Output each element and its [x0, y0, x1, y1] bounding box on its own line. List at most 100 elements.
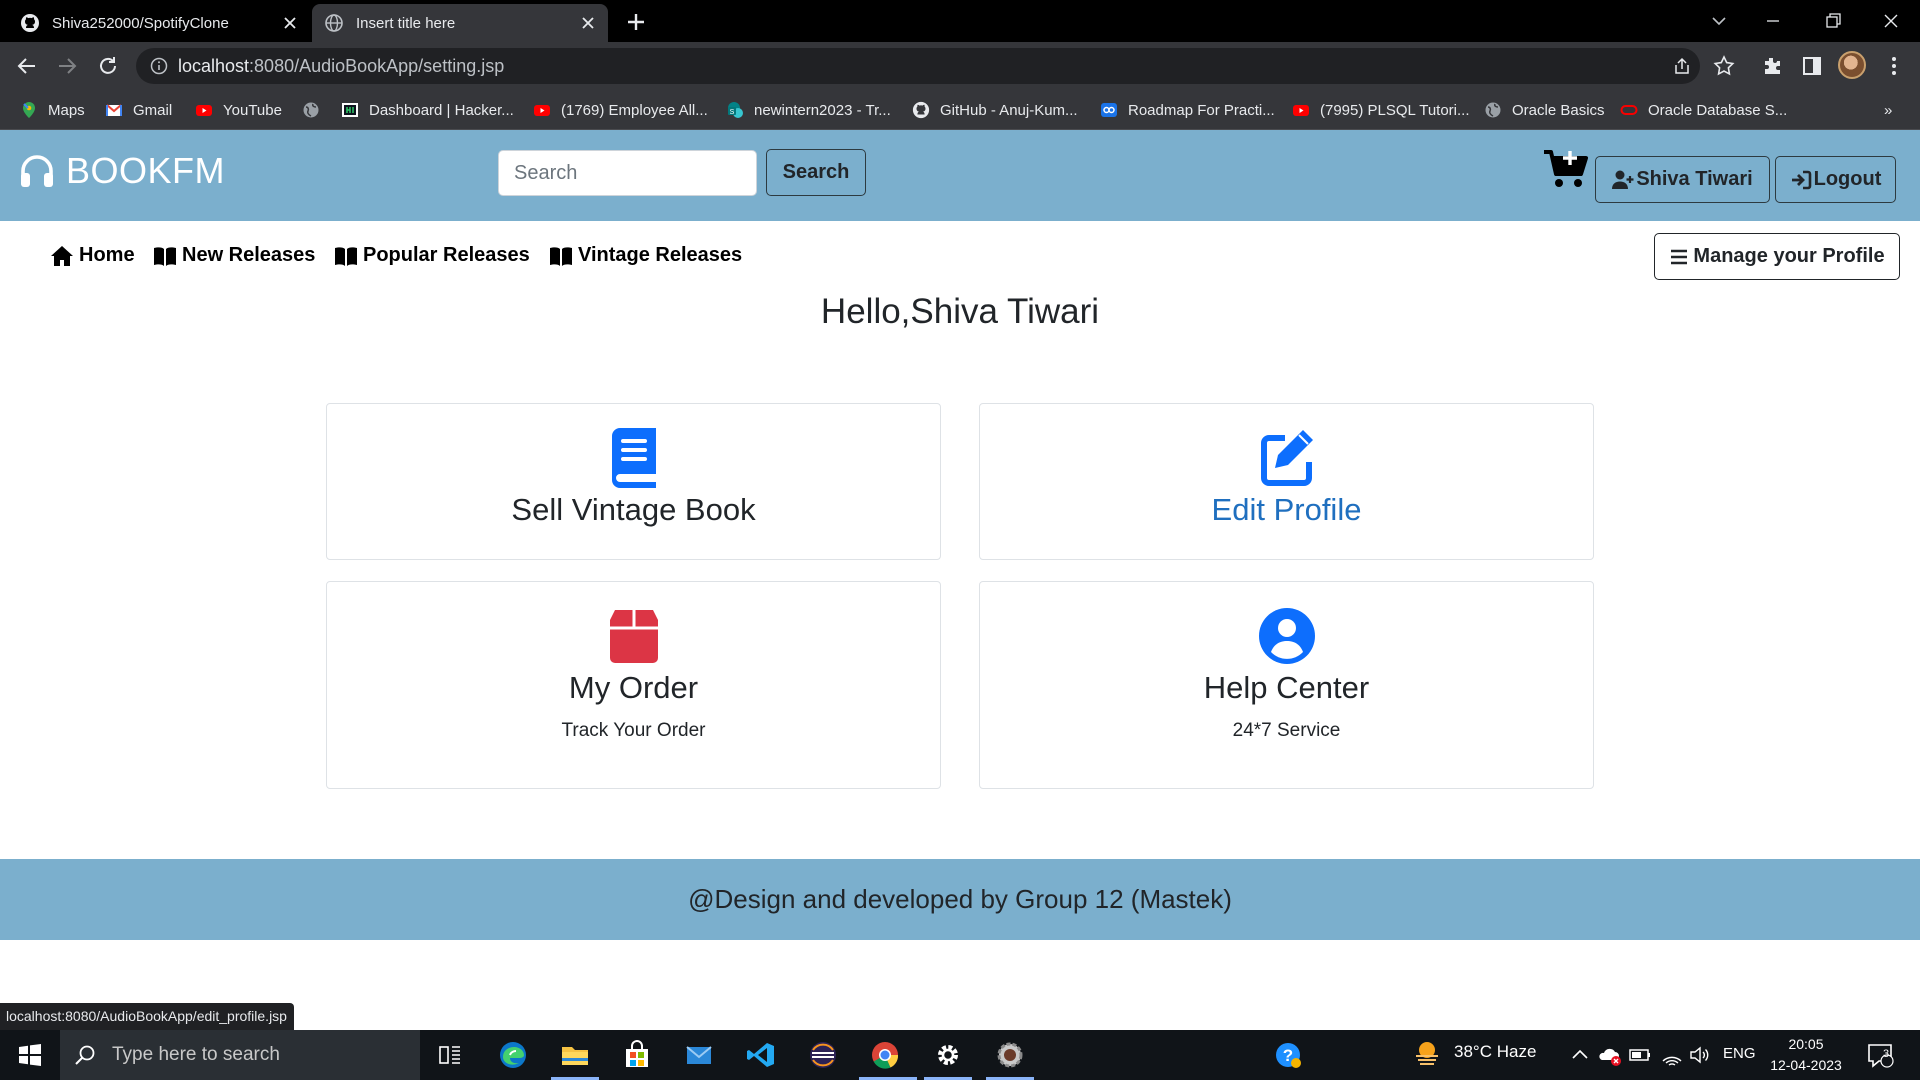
tab-insert-title[interactable]: Insert title here	[312, 4, 608, 42]
oracle-icon	[1620, 105, 1638, 115]
bookmark-item[interactable]: Dashboard | Hacker...	[341, 99, 514, 121]
nav-vintage-releases[interactable]: Vintage Releases	[549, 244, 742, 267]
bookmark-item[interactable]: Gmail	[105, 99, 172, 121]
eclipse-icon[interactable]	[808, 1040, 838, 1070]
bookmark-item[interactable]: YouTube	[195, 99, 282, 121]
microsoft-store-icon[interactable]	[622, 1040, 652, 1070]
youtube-icon	[1293, 105, 1309, 116]
bookmark-label: newintern2023 - Tr...	[754, 101, 891, 119]
reload-icon[interactable]	[96, 54, 120, 78]
sell-vintage-book-card[interactable]: Sell Vintage Book	[326, 403, 941, 560]
my-order-card[interactable]: My Order Track Your Order	[326, 581, 941, 789]
main-nav: Home New Releases Popular Releases Vinta…	[0, 221, 1920, 289]
bookmark-item[interactable]: GitHub - Anuj-Kum...	[912, 99, 1078, 121]
forward-icon[interactable]	[55, 54, 79, 78]
chrome-icon[interactable]	[870, 1040, 900, 1070]
windows-start-icon[interactable]	[15, 1040, 45, 1070]
side-panel-icon[interactable]	[1800, 54, 1824, 78]
brand-logo[interactable]: BOOKFM	[18, 150, 225, 192]
help-icon[interactable]: ?	[1273, 1040, 1303, 1070]
github-icon	[912, 101, 930, 119]
search-input[interactable]	[498, 150, 757, 196]
book-open-icon	[550, 246, 572, 266]
globe-icon	[325, 14, 343, 32]
globe-icon	[303, 102, 319, 118]
card-title: Help Center	[1203, 670, 1370, 705]
card-title: Sell Vintage Book	[511, 492, 756, 527]
nav-home[interactable]: Home	[50, 244, 135, 267]
back-icon[interactable]	[15, 54, 39, 78]
file-explorer-icon[interactable]	[560, 1040, 590, 1070]
nav-label: Home	[79, 244, 135, 266]
logout-label: Logout	[1813, 168, 1882, 190]
search-button[interactable]: Search	[766, 149, 866, 196]
manage-profile-button[interactable]: Manage your Profile	[1654, 233, 1900, 280]
wifi-icon[interactable]	[1660, 1043, 1684, 1067]
settings-gear-icon[interactable]	[933, 1040, 963, 1070]
nav-popular-releases[interactable]: Popular Releases	[334, 244, 530, 267]
bookmarks-overflow[interactable]: »	[1884, 99, 1892, 121]
hackerrank-icon	[342, 103, 358, 117]
youtube-icon	[534, 105, 550, 116]
cart-plus-icon[interactable]	[1542, 148, 1590, 190]
battery-icon[interactable]	[1628, 1043, 1652, 1067]
taskbar-clock[interactable]: 20:05 12-04-2023	[1768, 1034, 1844, 1076]
roadmap-icon	[1101, 103, 1117, 117]
help-center-card[interactable]: Help Center 24*7 Service	[979, 581, 1594, 789]
close-window-icon[interactable]	[1878, 8, 1904, 34]
weather-haze-icon	[1416, 1042, 1438, 1065]
bookmark-item[interactable]: Oracle Database S...	[1620, 99, 1787, 121]
nav-label: Popular Releases	[363, 244, 530, 266]
server-gear-icon[interactable]	[995, 1040, 1025, 1070]
bookmark-item[interactable]: S newintern2023 - Tr...	[726, 99, 891, 121]
edit-profile-card[interactable]: Edit Profile	[979, 403, 1594, 560]
volume-icon[interactable]	[1688, 1043, 1712, 1067]
minimize-icon[interactable]	[1760, 8, 1786, 34]
gmail-icon	[106, 104, 122, 116]
bookmark-item[interactable]: (1769) Employee All...	[533, 99, 708, 121]
vscode-icon[interactable]	[746, 1040, 776, 1070]
nav-new-releases[interactable]: New Releases	[153, 244, 315, 267]
bookmark-item[interactable]: (7995) PLSQL Tutori...	[1292, 99, 1470, 121]
sign-in-icon	[1791, 170, 1811, 189]
bookmark-item[interactable]: Oracle Basics	[1484, 99, 1605, 121]
mail-icon[interactable]	[684, 1040, 714, 1070]
bookmark-item[interactable]: Maps	[20, 99, 85, 121]
logout-button[interactable]: Logout	[1775, 156, 1896, 203]
status-bar-url: localhost:8080/AudioBookApp/edit_profile…	[0, 1003, 294, 1030]
taskbar-search[interactable]: Type here to search	[60, 1030, 420, 1080]
bookmark-label: Gmail	[133, 101, 173, 119]
edge-icon[interactable]	[498, 1040, 528, 1070]
notifications-icon[interactable]	[1865, 1040, 1895, 1070]
tab-search-icon[interactable]	[1706, 8, 1732, 34]
language-indicator[interactable]: ENG	[1723, 1045, 1756, 1062]
bookmark-item[interactable]	[302, 99, 330, 121]
share-icon[interactable]	[1672, 56, 1692, 76]
onedrive-error-icon[interactable]	[1598, 1043, 1622, 1067]
extensions-icon[interactable]	[1760, 54, 1784, 78]
book-icon	[611, 428, 656, 488]
close-icon[interactable]	[580, 15, 596, 31]
maps-icon	[23, 102, 35, 118]
tab-spotifyclone[interactable]: Shiva252000/SpotifyClone	[8, 4, 310, 42]
site-info-icon[interactable]	[150, 57, 168, 75]
card-title: My Order	[568, 670, 699, 705]
restore-icon[interactable]	[1820, 8, 1846, 34]
task-view-icon[interactable]	[435, 1040, 465, 1070]
tab-title: Shiva252000/SpotifyClone	[52, 14, 229, 32]
profile-avatar[interactable]	[1838, 51, 1866, 79]
close-icon[interactable]	[282, 15, 298, 31]
bookmark-item[interactable]: Roadmap For Practi...	[1100, 99, 1275, 121]
weather-text[interactable]: 38°C Haze	[1454, 1042, 1536, 1062]
user-profile-button[interactable]: Shiva Tiwari	[1595, 156, 1770, 203]
bookmark-label: (7995) PLSQL Tutori...	[1320, 101, 1470, 119]
menu-dots-icon[interactable]	[1882, 54, 1906, 78]
clock-time: 20:05	[1788, 1036, 1824, 1052]
address-bar[interactable]: localhost:8080/AudioBookApp/setting.jsp	[136, 48, 1700, 84]
chevron-up-icon[interactable]	[1568, 1043, 1592, 1067]
windows-taskbar: Type here to search ? 38°C Haze ENG 20:0…	[0, 1030, 1920, 1080]
bookmark-star-icon[interactable]	[1712, 54, 1736, 78]
site-header: BOOKFM Search Shiva Tiwari Logout	[0, 130, 1920, 221]
bookmark-label: Roadmap For Practi...	[1128, 101, 1275, 119]
new-tab-icon[interactable]	[624, 10, 648, 34]
